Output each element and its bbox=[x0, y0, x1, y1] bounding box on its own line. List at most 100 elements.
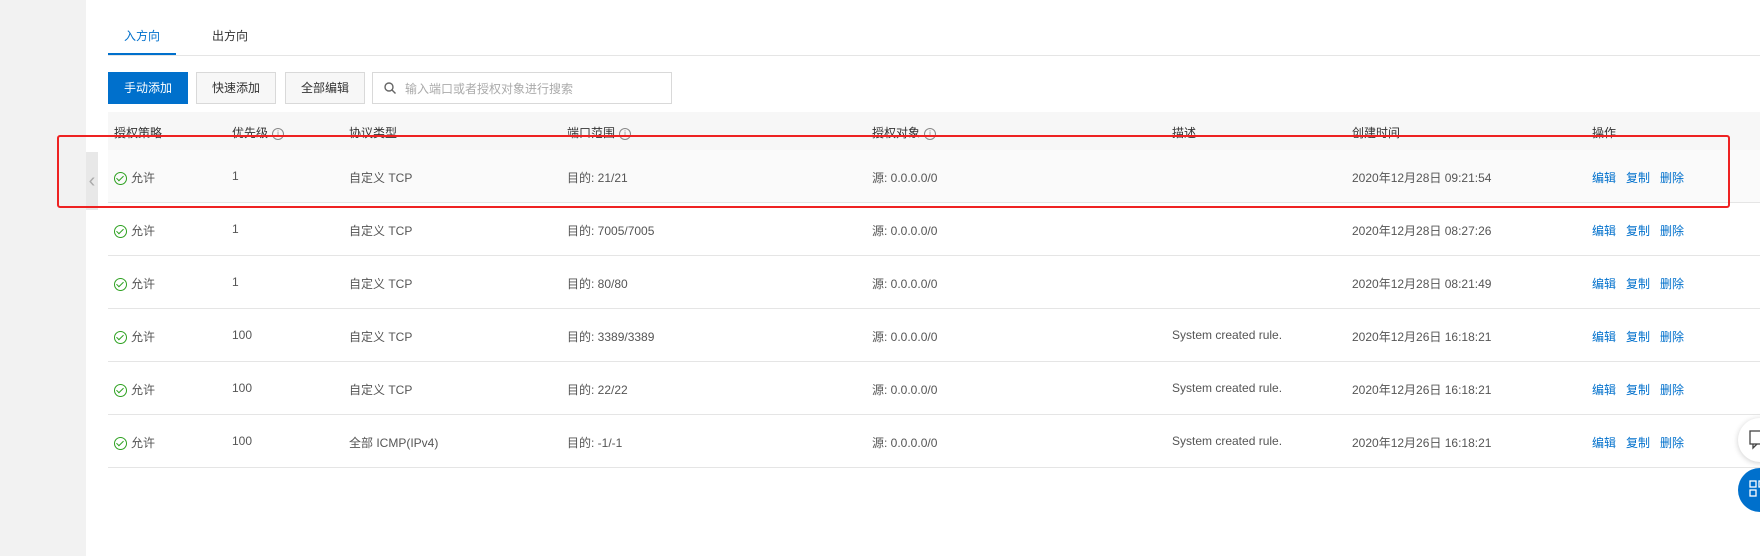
edit-link[interactable]: 编辑 bbox=[1592, 277, 1616, 291]
table-header: 授权策略 优先级 i 协议类型 端口范围 i 授权对象 i 描述 创建时间 操作 bbox=[108, 112, 1760, 150]
table-row: 允许 1 自定义 TCP 目的: 80/80 源: 0.0.0.0/0 2020年12月2… bbox=[108, 256, 1760, 309]
row-actions: 编辑 复制 删除 bbox=[1592, 434, 1694, 451]
priority-cell: 1 bbox=[232, 275, 239, 289]
created-time-cell: 2020年12月28日 08:27:26 bbox=[1352, 224, 1492, 238]
delete-link[interactable]: 删除 bbox=[1660, 171, 1684, 185]
target-cell: 源: 0.0.0.0/0 bbox=[872, 436, 938, 450]
policy-cell: 允许 bbox=[114, 169, 155, 186]
delete-link[interactable]: 删除 bbox=[1660, 383, 1684, 397]
edit-all-button[interactable]: 全部编辑 bbox=[285, 72, 365, 104]
protocol-cell: 全部 ICMP(IPv4) bbox=[349, 436, 439, 450]
target-cell: 源: 0.0.0.0/0 bbox=[872, 277, 938, 291]
description-cell: System created rule. bbox=[1172, 328, 1283, 342]
protocol-cell: 自定义 TCP bbox=[349, 171, 413, 185]
col-port: 端口范围 bbox=[567, 126, 616, 140]
col-policy: 授权策略 bbox=[114, 126, 163, 140]
created-time-cell: 2020年12月28日 08:21:49 bbox=[1352, 277, 1492, 291]
priority-cell: 1 bbox=[232, 169, 239, 183]
row-actions: 编辑 复制 删除 bbox=[1592, 275, 1694, 292]
col-port-wrap: 端口范围 i bbox=[567, 124, 632, 141]
policy-cell: 允许 bbox=[114, 381, 155, 398]
check-circle-icon bbox=[114, 331, 127, 345]
info-icon[interactable]: i bbox=[924, 127, 937, 140]
table-row: 允许 100 自定义 TCP 目的: 3389/3389 源: 0.0.0.0/0 Sys… bbox=[108, 309, 1760, 362]
port-cell: 目的: 3389/3389 bbox=[567, 330, 655, 344]
check-circle-icon bbox=[114, 172, 127, 186]
copy-link[interactable]: 复制 bbox=[1626, 383, 1650, 397]
search-input[interactable] bbox=[403, 74, 667, 104]
info-icon[interactable]: i bbox=[619, 127, 632, 140]
port-cell: 目的: 22/22 bbox=[567, 383, 628, 397]
copy-link[interactable]: 复制 bbox=[1626, 224, 1650, 238]
manual-add-button[interactable]: 手动添加 bbox=[108, 72, 188, 104]
collapse-sidebar-chevron-icon[interactable]: ‹ bbox=[86, 152, 98, 210]
copy-link[interactable]: 复制 bbox=[1626, 277, 1650, 291]
policy-cell: 允许 bbox=[114, 328, 155, 345]
col-actions: 操作 bbox=[1592, 126, 1617, 140]
created-time-cell: 2020年12月26日 16:18:21 bbox=[1352, 330, 1492, 344]
protocol-cell: 自定义 TCP bbox=[349, 330, 413, 344]
delete-link[interactable]: 删除 bbox=[1660, 277, 1684, 291]
copy-link[interactable]: 复制 bbox=[1626, 436, 1650, 450]
port-cell: 目的: 7005/7005 bbox=[567, 224, 655, 238]
check-circle-icon bbox=[114, 437, 127, 451]
policy-cell: 允许 bbox=[114, 275, 155, 292]
tab-outbound[interactable]: 出方向 bbox=[208, 22, 252, 55]
copy-link[interactable]: 复制 bbox=[1626, 171, 1650, 185]
col-created: 创建时间 bbox=[1352, 126, 1401, 140]
port-cell: 目的: 80/80 bbox=[567, 277, 628, 291]
direction-tabs: 入方向 出方向 bbox=[108, 22, 1760, 56]
row-actions: 编辑 复制 删除 bbox=[1592, 381, 1694, 398]
tab-inbound[interactable]: 入方向 bbox=[108, 22, 176, 55]
policy-label: 允许 bbox=[131, 436, 156, 450]
grid-icon bbox=[1749, 480, 1760, 497]
table-row: 允许 100 全部 ICMP(IPv4) 目的: -1/-1 源: 0.0.0.0/0 S… bbox=[108, 415, 1760, 468]
search-icon bbox=[384, 82, 396, 94]
priority-cell: 100 bbox=[232, 328, 253, 342]
protocol-cell: 自定义 TCP bbox=[349, 277, 413, 291]
policy-cell: 允许 bbox=[114, 434, 155, 451]
check-circle-icon bbox=[114, 384, 127, 398]
col-target: 授权对象 bbox=[872, 126, 921, 140]
edit-link[interactable]: 编辑 bbox=[1592, 330, 1616, 344]
policy-label: 允许 bbox=[131, 277, 156, 291]
description-cell: System created rule. bbox=[1172, 434, 1283, 448]
target-cell: 源: 0.0.0.0/0 bbox=[872, 171, 938, 185]
delete-link[interactable]: 删除 bbox=[1660, 224, 1684, 238]
quick-add-button[interactable]: 快速添加 bbox=[196, 72, 276, 104]
edit-link[interactable]: 编辑 bbox=[1592, 171, 1616, 185]
delete-link[interactable]: 删除 bbox=[1660, 436, 1684, 450]
target-cell: 源: 0.0.0.0/0 bbox=[872, 224, 938, 238]
info-icon[interactable]: i bbox=[272, 127, 285, 140]
col-priority: 优先级 bbox=[232, 126, 269, 140]
created-time-cell: 2020年12月26日 16:18:21 bbox=[1352, 436, 1492, 450]
policy-label: 允许 bbox=[131, 224, 156, 238]
policy-label: 允许 bbox=[131, 383, 156, 397]
protocol-cell: 自定义 TCP bbox=[349, 224, 413, 238]
row-actions: 编辑 复制 删除 bbox=[1592, 328, 1694, 345]
priority-cell: 100 bbox=[232, 381, 253, 395]
target-cell: 源: 0.0.0.0/0 bbox=[872, 330, 938, 344]
feedback-float-button[interactable] bbox=[1738, 418, 1760, 462]
col-desc: 描述 bbox=[1172, 126, 1197, 140]
col-target-wrap: 授权对象 i bbox=[872, 124, 937, 141]
row-actions: 编辑 复制 删除 bbox=[1592, 169, 1694, 186]
target-cell: 源: 0.0.0.0/0 bbox=[872, 383, 938, 397]
col-protocol: 协议类型 bbox=[349, 126, 398, 140]
feedback-icon bbox=[1749, 430, 1760, 450]
priority-cell: 1 bbox=[232, 222, 239, 236]
table-row: 允许 100 自定义 TCP 目的: 22/22 源: 0.0.0.0/0 System … bbox=[108, 362, 1760, 415]
search-box bbox=[372, 72, 672, 104]
policy-cell: 允许 bbox=[114, 222, 155, 239]
edit-link[interactable]: 编辑 bbox=[1592, 436, 1616, 450]
edit-link[interactable]: 编辑 bbox=[1592, 383, 1616, 397]
port-cell: 目的: -1/-1 bbox=[567, 436, 623, 450]
copy-link[interactable]: 复制 bbox=[1626, 330, 1650, 344]
edit-link[interactable]: 编辑 bbox=[1592, 224, 1616, 238]
delete-link[interactable]: 删除 bbox=[1660, 330, 1684, 344]
description-cell: System created rule. bbox=[1172, 381, 1283, 395]
left-sidebar-rail bbox=[0, 0, 86, 556]
apps-float-button[interactable] bbox=[1738, 468, 1760, 512]
policy-label: 允许 bbox=[131, 330, 156, 344]
priority-cell: 100 bbox=[232, 434, 253, 448]
